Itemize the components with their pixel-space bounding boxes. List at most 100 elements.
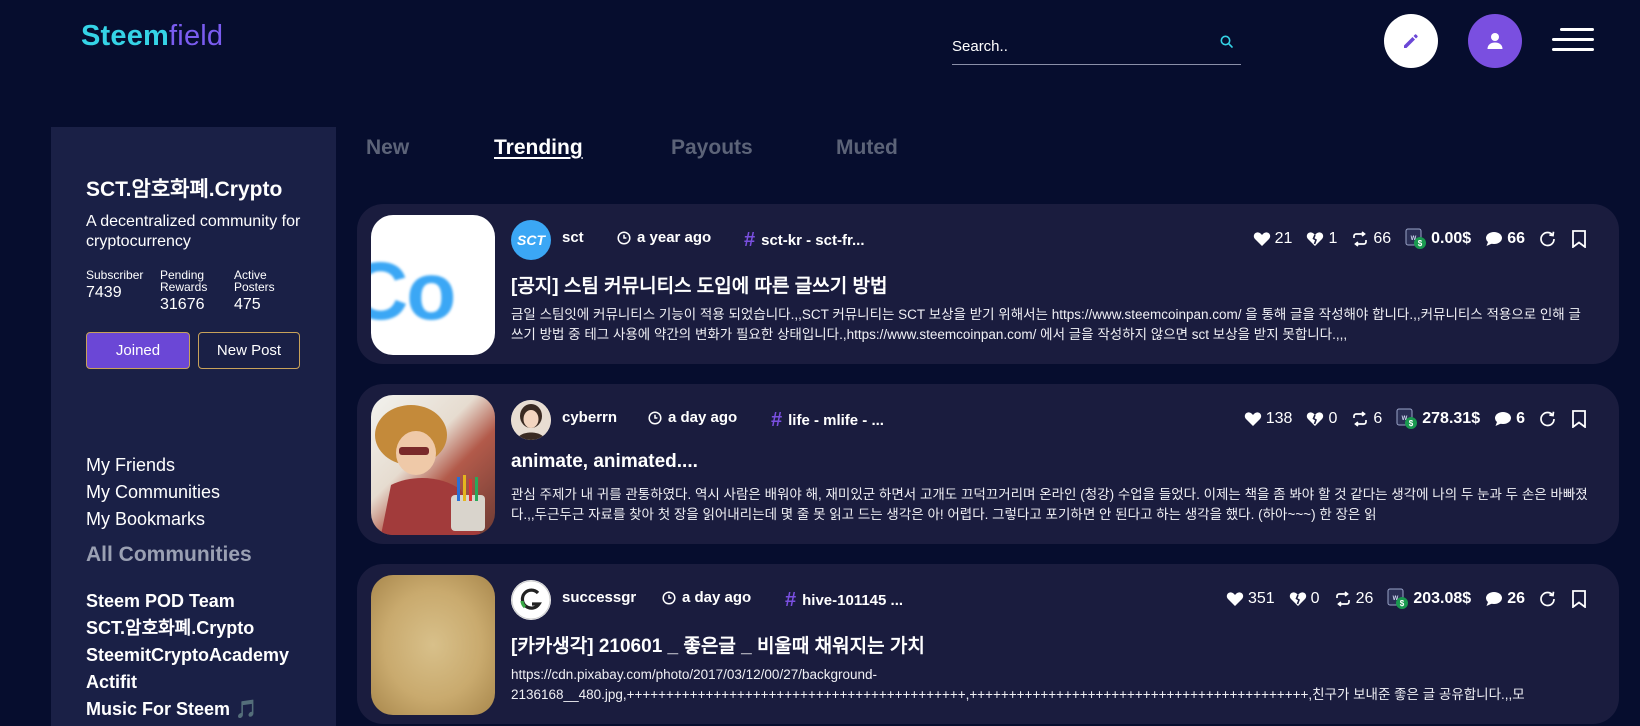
author-name[interactable]: cyberrn [562, 409, 617, 426]
author-name[interactable]: sct [562, 229, 584, 246]
resteem-button[interactable]: 26 [1334, 590, 1374, 608]
post-excerpt: 금일 스팀잇에 커뮤니티스 기능이 적용 되었습니다.,,SCT 커뮤니티는 S… [511, 307, 1581, 342]
stat-label: Subscriber [86, 268, 144, 282]
link-my-friends[interactable]: My Friends [86, 452, 220, 479]
bookmark-button[interactable] [1571, 230, 1587, 248]
share-icon [1539, 411, 1557, 427]
joined-button[interactable]: Joined [86, 332, 190, 369]
stat-subscribers: Subscriber 7439 [86, 268, 144, 301]
share-button[interactable] [1539, 231, 1557, 247]
tags-text[interactable]: life - mlife - ... [788, 412, 884, 429]
stat-label: Posters [234, 280, 275, 294]
bookmark-button[interactable] [1571, 410, 1587, 428]
dislike-button[interactable]: 0 [1306, 410, 1337, 428]
dislike-count: 1 [1328, 230, 1338, 247]
like-button[interactable]: 21 [1253, 230, 1293, 248]
hashtag-icon: # [771, 409, 783, 431]
stat-value: 475 [234, 296, 261, 313]
resteem-count: 26 [1355, 590, 1374, 607]
community-item[interactable]: Steem POD Team [86, 588, 289, 615]
post-card[interactable]: Co SCT sct a year ago # sct-kr - sct-fr.… [357, 204, 1619, 364]
svg-text:$: $ [1409, 419, 1414, 428]
author-avatar[interactable] [511, 580, 551, 620]
post-title[interactable]: animate, animated.... [511, 451, 698, 473]
hamburger-menu-icon[interactable] [1552, 26, 1594, 54]
payout-info[interactable]: W $ 278.31$ [1396, 408, 1480, 430]
payout-icon: W $ [1387, 588, 1409, 610]
share-button[interactable] [1539, 591, 1557, 607]
post-tags[interactable]: # sct-kr - sct-fr... [744, 229, 865, 252]
post-stats: 21 1 66 W $ 0.00$ 66 [1253, 226, 1587, 252]
post-tags[interactable]: # life - mlife - ... [771, 409, 884, 432]
author-avatar[interactable] [511, 400, 551, 440]
author-avatar[interactable]: SCT [511, 220, 551, 260]
post-title[interactable]: [공지] 스팀 커뮤니티스 도입에 따른 글쓰기 방법 [511, 271, 887, 298]
post-card[interactable]: cyberrn a day ago # life - mlife - ... 1… [357, 384, 1619, 544]
stat-value: 7439 [86, 284, 122, 301]
resteem-count: 66 [1373, 230, 1392, 247]
post-card[interactable]: successgr a day ago # hive-101145 ... 35… [357, 564, 1619, 724]
write-post-button[interactable] [1384, 14, 1438, 68]
broken-heart-icon [1306, 411, 1324, 427]
site-logo[interactable]: Steemfield [81, 20, 223, 53]
hashtag-icon: # [785, 589, 797, 611]
tags-text[interactable]: sct-kr - sct-fr... [761, 232, 864, 249]
search-icon[interactable] [1219, 34, 1235, 50]
comments-button[interactable]: 66 [1485, 230, 1525, 248]
tab-new[interactable]: New [366, 136, 409, 160]
clock-icon [648, 410, 662, 425]
search-box [952, 28, 1241, 65]
post-time: a day ago [648, 409, 737, 426]
new-post-button[interactable]: New Post [198, 332, 300, 369]
post-excerpt: https://cdn.pixabay.com/photo/2017/03/12… [511, 667, 1525, 702]
resteem-button[interactable]: 6 [1351, 410, 1382, 428]
share-button[interactable] [1539, 411, 1557, 427]
search-input[interactable] [952, 34, 1202, 58]
payout-info[interactable]: W $ 0.00$ [1405, 228, 1471, 250]
dislike-button[interactable]: 1 [1306, 230, 1337, 248]
post-time: a day ago [662, 589, 751, 606]
comments-button[interactable]: 6 [1494, 410, 1525, 428]
all-communities-heading[interactable]: All Communities [86, 543, 252, 567]
link-my-bookmarks[interactable]: My Bookmarks [86, 506, 220, 533]
author-name[interactable]: successgr [562, 589, 636, 606]
profile-button[interactable] [1468, 14, 1522, 68]
link-my-communities[interactable]: My Communities [86, 479, 220, 506]
post-thumbnail[interactable] [371, 395, 495, 535]
post-excerpt: 관심 주제가 내 귀를 관통하였다. 역시 사람은 배워야 해, 재미있군 하면… [511, 487, 1588, 522]
like-button[interactable]: 138 [1244, 410, 1293, 428]
post-thumbnail[interactable]: Co [371, 215, 495, 355]
post-tags[interactable]: # hive-101145 ... [785, 589, 903, 612]
dislike-button[interactable]: 0 [1289, 590, 1320, 608]
comments-button[interactable]: 26 [1485, 590, 1525, 608]
community-title: SCT.암호화폐.Crypto [86, 178, 283, 201]
like-count: 138 [1265, 410, 1293, 427]
tab-trending[interactable]: Trending [494, 136, 583, 160]
community-item[interactable]: SCT.암호화폐.Crypto [86, 615, 289, 642]
payout-value: 0.00$ [1431, 230, 1472, 247]
tags-text[interactable]: hive-101145 ... [802, 592, 903, 609]
community-item[interactable]: Music For Steem 🎵 [86, 696, 289, 723]
payout-value: 203.08$ [1413, 590, 1472, 607]
tab-payouts[interactable]: Payouts [671, 136, 753, 160]
like-button[interactable]: 351 [1226, 590, 1275, 608]
community-item[interactable]: SteemitCryptoAcademy [86, 642, 289, 669]
post-author[interactable]: sct [562, 229, 584, 246]
bookmark-button[interactable] [1571, 590, 1587, 608]
comment-icon [1485, 231, 1503, 247]
payout-info[interactable]: W $ 203.08$ [1387, 588, 1471, 610]
user-links: My Friends My Communities My Bookmarks [86, 452, 220, 533]
logo-part-1: Steem [81, 20, 170, 52]
share-icon [1539, 231, 1557, 247]
resteem-button[interactable]: 66 [1351, 230, 1391, 248]
post-title[interactable]: [카카생각] 210601 _ 좋은글 _ 비울때 채워지는 가치 [511, 631, 925, 658]
tab-muted[interactable]: Muted [836, 136, 898, 160]
community-item[interactable]: Actifit [86, 669, 289, 696]
like-count: 21 [1274, 230, 1293, 247]
post-author[interactable]: cyberrn [562, 409, 617, 426]
post-thumbnail[interactable] [371, 575, 495, 715]
post-author[interactable]: successgr [562, 589, 636, 606]
comment-count: 26 [1507, 590, 1525, 607]
heart-icon [1253, 231, 1271, 247]
payout-icon: W $ [1396, 408, 1418, 430]
